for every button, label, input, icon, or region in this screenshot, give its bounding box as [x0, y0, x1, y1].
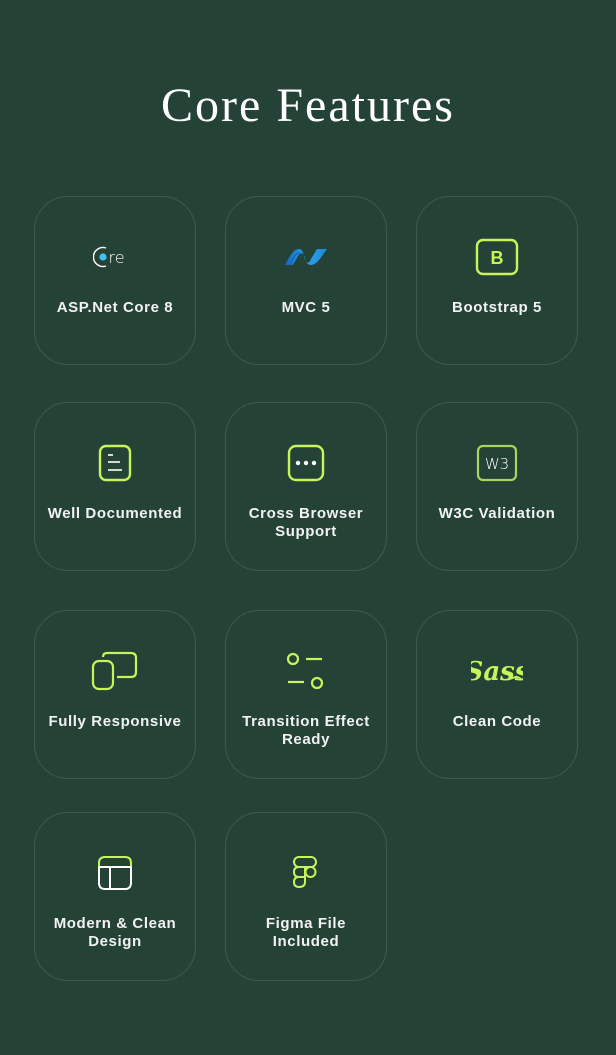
svg-text:W3: W3 — [485, 455, 509, 473]
svg-text:Sass: Sass — [471, 657, 523, 687]
feature-card-bootstrap: B Bootstrap 5 — [416, 196, 578, 365]
feature-label: Clean Code — [452, 713, 542, 730]
feature-label: ASP.Net Core 8 — [56, 299, 174, 316]
feature-card-w3c: W3 W3C Validation — [416, 402, 578, 571]
svg-text:re: re — [109, 248, 125, 267]
feature-label: Transition Effect Ready — [242, 713, 370, 748]
dotnet-logo-icon — [226, 237, 386, 277]
feature-label: Bootstrap 5 — [452, 299, 542, 316]
layout-icon — [35, 853, 195, 893]
feature-card-figma: Figma File Included — [225, 812, 387, 981]
feature-label: MVC 5 — [281, 299, 331, 316]
feature-label: W3C Validation — [438, 505, 556, 522]
w3c-icon: W3 — [417, 443, 577, 483]
svg-text:B: B — [491, 248, 504, 268]
feature-card-mvc: MVC 5 — [225, 196, 387, 365]
feature-label: Figma File Included — [265, 915, 347, 950]
browser-dots-icon — [226, 443, 386, 483]
feature-card-clean-code: Sass Clean Code — [416, 610, 578, 779]
figma-logo-icon — [226, 853, 386, 893]
document-icon — [35, 443, 195, 483]
feature-card-transition: Transition Effect Ready — [225, 610, 387, 779]
sass-logo-icon: Sass — [417, 651, 577, 691]
feature-card-cross-browser: Cross Browser Support — [225, 402, 387, 571]
feature-card-asp-net-core: re ASP.Net Core 8 — [34, 196, 196, 365]
feature-card-well-documented: Well Documented — [34, 402, 196, 571]
responsive-devices-icon — [35, 651, 195, 691]
feature-card-modern-design: Modern & Clean Design — [34, 812, 196, 981]
asp-net-core-logo-icon: re — [35, 237, 195, 277]
page-title: Core Features — [161, 79, 455, 132]
feature-label: Cross Browser Support — [248, 505, 364, 540]
feature-label: Fully Responsive — [48, 713, 182, 730]
feature-label: Well Documented — [47, 505, 183, 522]
feature-card-responsive: Fully Responsive — [34, 610, 196, 779]
feature-label: Modern & Clean Design — [53, 915, 177, 950]
bootstrap-logo-icon: B — [417, 237, 577, 277]
toggle-settings-icon — [226, 651, 386, 691]
